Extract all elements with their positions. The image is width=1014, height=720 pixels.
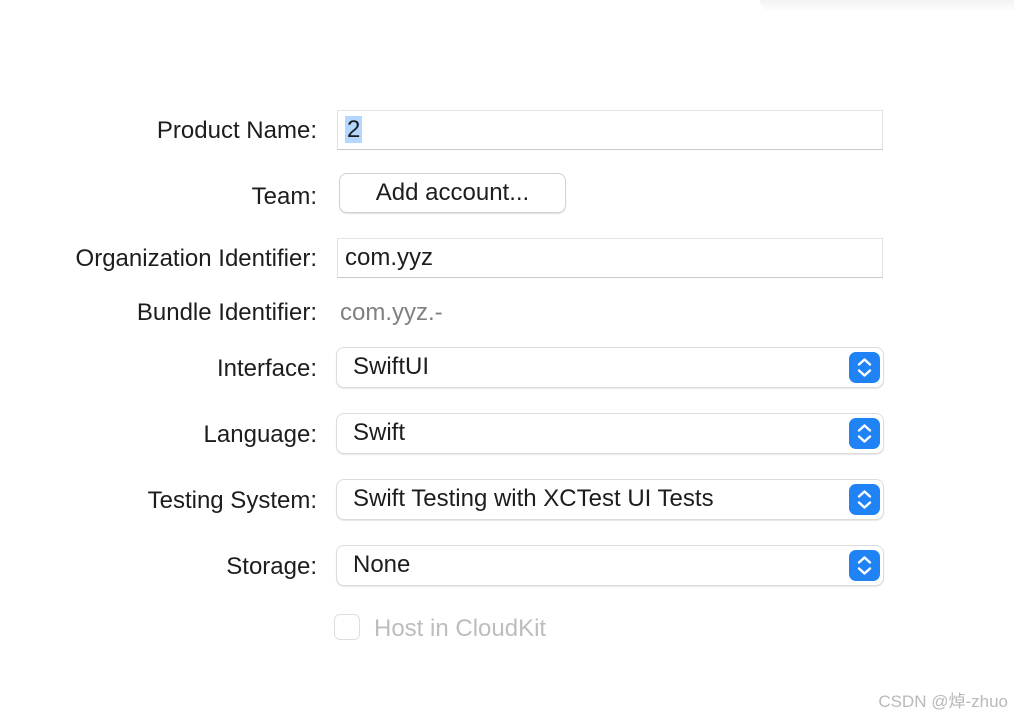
new-project-options-form: Product Name: 2 Team: Add account... Org… bbox=[0, 0, 1014, 720]
watermark: CSDN @焯-zhuo bbox=[878, 692, 1008, 711]
testing-system-selected-value: Swift Testing with XCTest UI Tests bbox=[353, 485, 714, 512]
language-popup[interactable]: Swift bbox=[336, 413, 884, 454]
bundle-identifier-value: com.yyz.- bbox=[340, 299, 443, 326]
storage-popup[interactable]: None bbox=[336, 545, 884, 586]
storage-selected-value: None bbox=[353, 551, 411, 578]
organization-identifier-label: Organization Identifier: bbox=[75, 245, 317, 272]
interface-selected-value: SwiftUI bbox=[353, 353, 430, 380]
organization-identifier-value: com.yyz bbox=[345, 244, 434, 271]
product-name-value: 2 bbox=[345, 116, 363, 143]
chevron-up-down-icon bbox=[849, 418, 880, 449]
language-selected-value: Swift bbox=[353, 419, 406, 446]
product-name-field[interactable]: 2 bbox=[337, 110, 883, 150]
interface-popup[interactable]: SwiftUI bbox=[336, 347, 884, 388]
product-name-label: Product Name: bbox=[156, 117, 317, 144]
organization-identifier-field[interactable]: com.yyz bbox=[337, 238, 883, 278]
bundle-identifier-label: Bundle Identifier: bbox=[136, 299, 317, 326]
storage-label: Storage: bbox=[226, 553, 317, 580]
chevron-up-down-icon bbox=[849, 484, 880, 515]
testing-system-label: Testing System: bbox=[147, 487, 317, 514]
language-label: Language: bbox=[203, 421, 317, 448]
window-shadow-edge bbox=[760, 0, 1014, 12]
add-account-button[interactable]: Add account... bbox=[339, 173, 566, 213]
host-in-cloudkit-label: Host in CloudKit bbox=[374, 615, 547, 642]
chevron-up-down-icon bbox=[849, 550, 880, 581]
chevron-up-down-icon bbox=[849, 352, 880, 383]
interface-label: Interface: bbox=[216, 355, 317, 382]
testing-system-popup[interactable]: Swift Testing with XCTest UI Tests bbox=[336, 479, 884, 520]
host-in-cloudkit-checkbox[interactable] bbox=[334, 614, 360, 640]
team-label: Team: bbox=[251, 183, 317, 210]
